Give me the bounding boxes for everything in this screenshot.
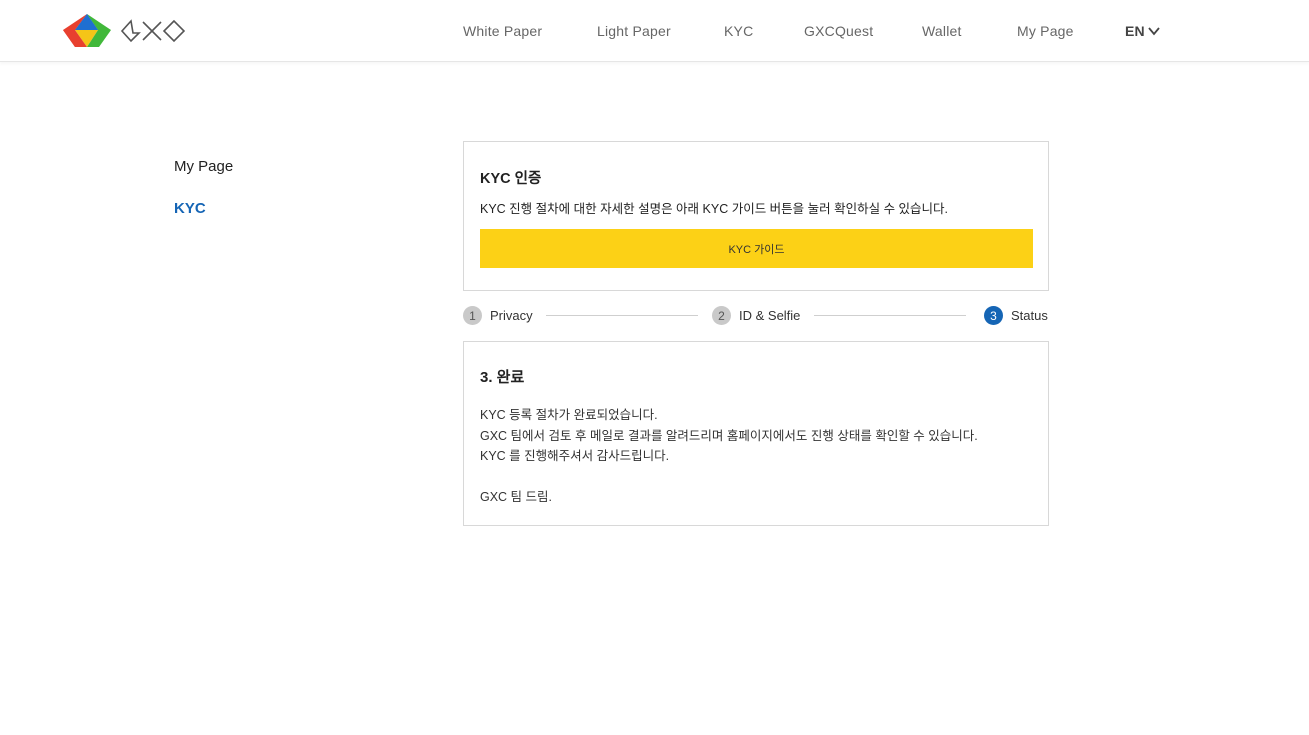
step-label: Status	[1011, 308, 1048, 323]
sidebar-item-my-page[interactable]: My Page	[174, 158, 233, 175]
status-line: GXC 팀에서 검토 후 메일로 결과를 알려드리며 홈페이지에서도 진행 상태…	[480, 428, 978, 443]
step-privacy: 1 Privacy	[463, 306, 533, 325]
nav-my-page[interactable]: My Page	[1017, 23, 1074, 39]
nav-gxcquest[interactable]: GXCQuest	[804, 23, 873, 39]
status-signature: GXC 팀 드림.	[480, 490, 553, 504]
main-nav: White Paper Light Paper KYC GXCQuest Wal…	[0, 0, 1309, 62]
chevron-down-icon	[1148, 27, 1160, 36]
step-number-active: 3	[984, 306, 1003, 325]
kyc-stepper: 1 Privacy 2 ID & Selfie 3 Status	[463, 305, 1049, 327]
language-label: EN	[1125, 23, 1145, 39]
kyc-intro-card: KYC 인증 KYC 진행 절차에 대한 자세한 설명은 아래 KYC 가이드 …	[463, 141, 1049, 291]
nav-white-paper[interactable]: White Paper	[463, 23, 542, 39]
status-title: 3. 완료	[480, 369, 525, 386]
step-status: 3 Status	[984, 306, 1048, 325]
nav-light-paper[interactable]: Light Paper	[597, 23, 671, 39]
top-header: White Paper Light Paper KYC GXCQuest Wal…	[0, 0, 1309, 62]
step-number: 1	[463, 306, 482, 325]
language-selector[interactable]: EN	[1125, 23, 1160, 39]
kyc-intro-title: KYC 인증	[480, 171, 542, 187]
step-number: 2	[712, 306, 731, 325]
status-message: KYC 등록 절차가 완료되었습니다. GXC 팀에서 검토 후 메일로 결과를…	[480, 405, 978, 508]
nav-kyc[interactable]: KYC	[724, 23, 753, 39]
kyc-intro-description: KYC 진행 절차에 대한 자세한 설명은 아래 KYC 가이드 버튼을 눌러 …	[480, 202, 949, 216]
status-line: KYC 등록 절차가 완료되었습니다.	[480, 408, 658, 422]
status-line: KYC 를 진행해주셔서 감사드립니다.	[480, 449, 670, 463]
step-label: Privacy	[490, 308, 533, 323]
nav-wallet[interactable]: Wallet	[922, 23, 962, 39]
step-id-selfie: 2 ID & Selfie	[712, 306, 800, 325]
step-connector	[546, 315, 698, 316]
step-connector	[814, 315, 966, 316]
step-label: ID & Selfie	[739, 308, 801, 323]
kyc-guide-button[interactable]: KYC 가이드	[480, 229, 1033, 268]
kyc-status-card: 3. 완료 KYC 등록 절차가 완료되었습니다. GXC 팀에서 검토 후 메…	[463, 341, 1049, 526]
sidebar-item-kyc[interactable]: KYC	[174, 200, 206, 217]
